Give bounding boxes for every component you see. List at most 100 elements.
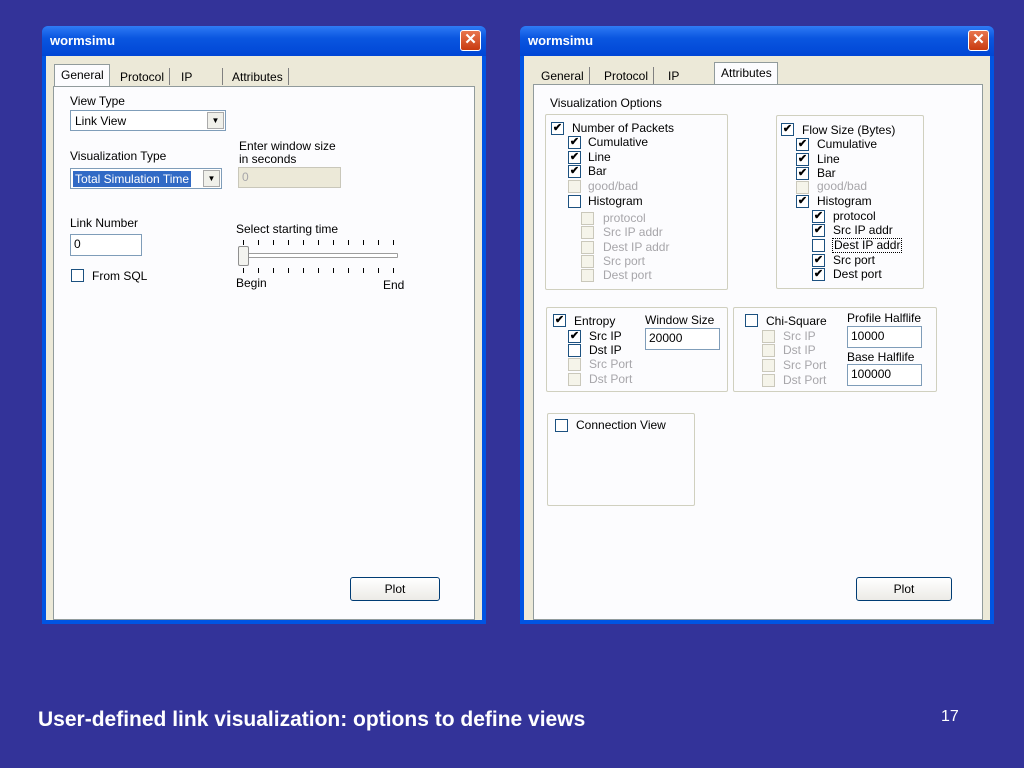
bytes-line-label: Line (817, 152, 840, 166)
bytes-protocol-checkbox[interactable]: ✔ (812, 210, 825, 223)
bytes-dest-ip-addr-checkbox[interactable] (812, 239, 825, 252)
chisquare-dst-port-checkbox[interactable] (762, 374, 775, 387)
entropy-dst-port-checkbox[interactable] (568, 373, 581, 386)
tab-general[interactable]: General (54, 64, 110, 86)
slider-tick (318, 268, 319, 273)
slider-tick (288, 240, 289, 245)
bytes-src-port-checkbox[interactable]: ✔ (812, 254, 825, 267)
visualization-type-select[interactable]: Total Simulation Time ▼ (70, 168, 222, 189)
chisquare-checkbox[interactable] (745, 314, 758, 327)
slider-tick (378, 268, 379, 273)
connection-view-checkbox[interactable] (555, 419, 568, 432)
visualization-type-value: Total Simulation Time (73, 171, 192, 187)
tab-ip[interactable]: IP (175, 68, 223, 85)
packets-histogram-checkbox[interactable] (568, 195, 581, 208)
slider-tick (363, 268, 364, 273)
bytes-histogram-label: Histogram (817, 194, 872, 208)
bytes-goodbad-checkbox[interactable] (796, 181, 809, 194)
from-sql-checkbox[interactable] (71, 269, 84, 282)
entropy-src-port-label: Src Port (589, 357, 633, 371)
entropy-src-port-checkbox[interactable] (568, 358, 581, 371)
tab-attributes[interactable]: Attributes (714, 62, 778, 84)
bytes-checkbox[interactable]: ✔ (781, 123, 794, 136)
view-type-label: View Type (70, 94, 125, 108)
packets-src-ip-addr-label: Src IP addr (603, 225, 663, 239)
tab-attributes[interactable]: Attributes (226, 68, 289, 85)
slider-tick (333, 240, 334, 245)
bytes-label: Flow Size (Bytes) (802, 123, 896, 137)
slider-tick (333, 268, 334, 273)
plot-button[interactable]: Plot (350, 577, 440, 601)
entropy-window-size-input[interactable]: 20000 (645, 328, 720, 350)
chisquare-dst-ip-label: Dst IP (783, 343, 816, 357)
chisquare-src-port-checkbox[interactable] (762, 359, 775, 372)
slider-thumb[interactable] (238, 246, 249, 266)
packets-dest-port-label: Dest port (603, 268, 652, 282)
entropy-checkbox[interactable]: ✔ (553, 314, 566, 327)
tab-ip[interactable]: IP (662, 67, 684, 84)
chisquare-dst-ip-checkbox[interactable] (762, 344, 775, 357)
chisquare-src-ip-checkbox[interactable] (762, 330, 775, 343)
packets-cumulative-checkbox[interactable]: ✔ (568, 136, 581, 149)
bytes-line-checkbox[interactable]: ✔ (796, 153, 809, 166)
bytes-bar-checkbox[interactable]: ✔ (796, 167, 809, 180)
view-type-select[interactable]: Link View ▼ (70, 110, 226, 131)
slide-caption: User-defined link visualization: options… (38, 708, 586, 731)
slider-tick (258, 268, 259, 273)
packets-cumulative-label: Cumulative (588, 135, 649, 149)
chevron-down-icon[interactable]: ▼ (207, 112, 224, 129)
slider-tick (273, 240, 274, 245)
bytes-histogram-checkbox[interactable]: ✔ (796, 195, 809, 208)
close-button[interactable]: ✕ (460, 30, 481, 51)
packets-bar-label: Bar (588, 164, 607, 178)
view-type-value: Link View (75, 114, 127, 128)
bytes-dest-ip-addr-label: Dest IP addr (832, 238, 903, 253)
packets-src-ip-addr-checkbox[interactable] (581, 226, 594, 239)
title-bar[interactable]: wormsimu ✕ (520, 26, 994, 56)
packets-dest-port-checkbox[interactable] (581, 269, 594, 282)
chevron-down-icon[interactable]: ▼ (203, 170, 220, 187)
from-sql-label: From SQL (92, 269, 148, 283)
packets-line-checkbox[interactable]: ✔ (568, 151, 581, 164)
plot-button[interactable]: Plot (856, 577, 952, 601)
tab-protocol[interactable]: Protocol (114, 68, 171, 85)
window-size-input[interactable]: 0 (238, 167, 341, 188)
entropy-dst-port-label: Dst Port (589, 372, 633, 386)
packets-bar-checkbox[interactable]: ✔ (568, 165, 581, 178)
bytes-protocol-label: protocol (833, 209, 876, 223)
packets-checkbox[interactable]: ✔ (551, 122, 564, 135)
tab-protocol[interactable]: Protocol (598, 67, 655, 84)
window-client: General Protocol IP Attributes Visualiza… (524, 56, 990, 620)
packets-protocol-checkbox[interactable] (581, 212, 594, 225)
packets-dest-ip-addr-checkbox[interactable] (581, 241, 594, 254)
slider-track[interactable] (238, 253, 398, 258)
base-halflife-input[interactable]: 100000 (847, 364, 922, 386)
close-button[interactable]: ✕ (968, 30, 989, 51)
chisquare-src-ip-label: Src IP (783, 329, 816, 343)
slider-tick (303, 268, 304, 273)
packets-goodbad-checkbox[interactable] (568, 180, 581, 193)
title-bar[interactable]: wormsimu ✕ (42, 26, 486, 56)
bytes-cumulative-checkbox[interactable]: ✔ (796, 138, 809, 151)
visualization-type-label: Visualization Type (70, 149, 167, 163)
link-number-input[interactable]: 0 (70, 234, 142, 256)
slider-tick (318, 240, 319, 245)
tab-general[interactable]: General (535, 67, 590, 84)
bytes-goodbad-label: good/bad (817, 179, 868, 193)
slider-tick (393, 240, 394, 245)
slider-tick (348, 240, 349, 245)
packets-src-port-checkbox[interactable] (581, 255, 594, 268)
packets-histogram-label: Histogram (588, 194, 643, 208)
profile-halflife-input[interactable]: 10000 (847, 326, 922, 348)
packets-line-label: Line (588, 150, 611, 164)
slider-tick (378, 240, 379, 245)
link-number-label: Link Number (70, 216, 139, 230)
entropy-dst-ip-checkbox[interactable] (568, 344, 581, 357)
slider-tick (243, 268, 244, 273)
entropy-src-ip-label: Src IP (589, 329, 622, 343)
bytes-dest-port-label: Dest port (833, 267, 882, 281)
entropy-src-ip-checkbox[interactable]: ✔ (568, 330, 581, 343)
bytes-dest-port-checkbox[interactable]: ✔ (812, 268, 825, 281)
bytes-src-ip-addr-checkbox[interactable]: ✔ (812, 224, 825, 237)
chisquare-src-port-label: Src Port (783, 358, 827, 372)
